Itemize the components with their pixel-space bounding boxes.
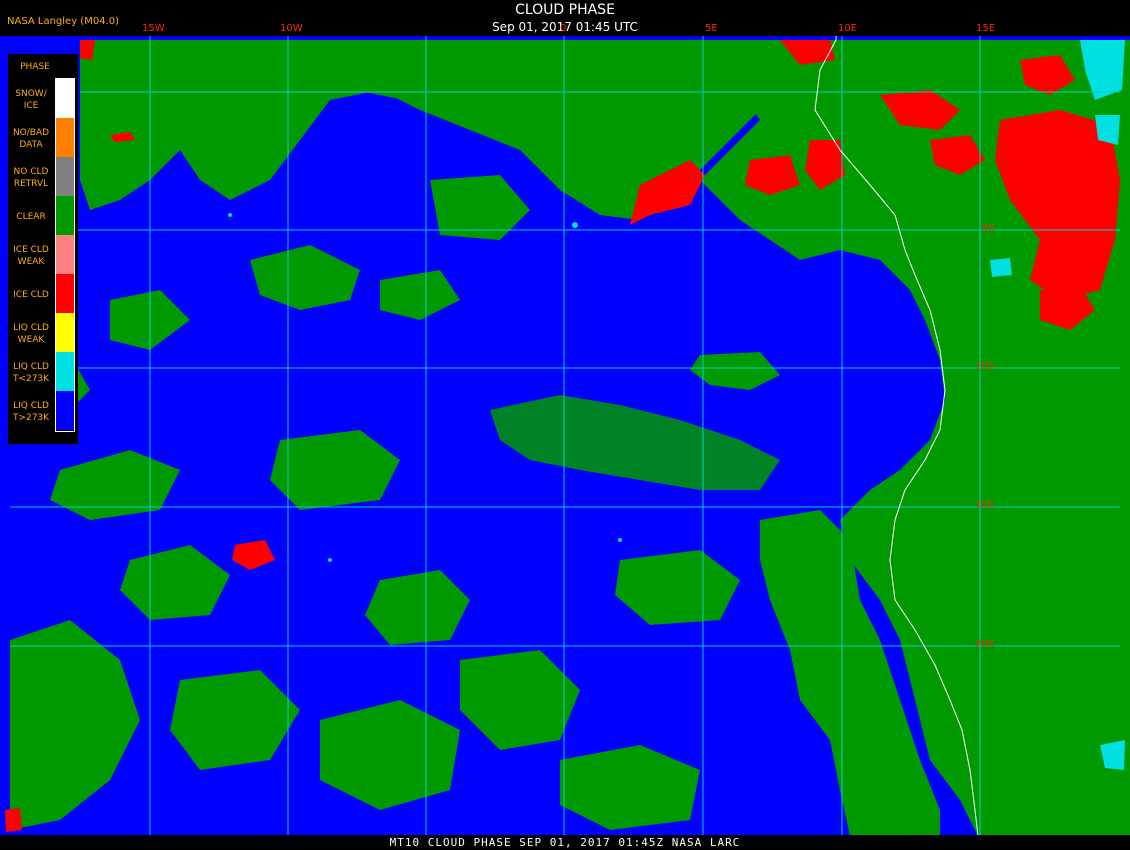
legend-label-liquid-cloud-weak: LIQ CLD WEAK (13, 323, 49, 345)
legend-swatch-ice-cloud (56, 274, 74, 313)
page-title: CLOUD PHASE (515, 2, 615, 18)
lat-label-10s: 10S (975, 361, 995, 372)
lon-label-5e: 5E (705, 23, 718, 34)
lon-label-10e: 10E (838, 23, 858, 34)
legend-label-liquid-cloud-cold: LIQ CLD T<273K (12, 362, 50, 384)
lon-label-15e: 15E (976, 23, 996, 34)
footer-bar: MT10 CLOUD PHASE SEP 01, 2017 01:45Z NAS… (0, 835, 1130, 850)
legend-label-ice-cloud-weak: ICE CLD WEAK (13, 245, 49, 267)
legend-swatch-snow-ice (56, 79, 74, 118)
legend-label-no-bad-data: NO/BAD DATA (12, 128, 50, 150)
satellite-map (0, 9, 1130, 840)
legend-label-clear: CLEAR (16, 212, 46, 222)
legend-swatch-liquid-cloud-weak (56, 313, 74, 352)
lat-label-20s: 20S (975, 639, 995, 650)
lat-label-5s: 5S (982, 223, 995, 234)
legend-swatch-ice-cloud-weak (56, 235, 74, 274)
legend-label-no-cloud-retrieval: NO CLD RETRVL (13, 167, 49, 189)
legend-swatch-liquid-cloud-warm (56, 391, 74, 430)
legend-swatch-no-bad-data (56, 118, 74, 157)
lat-label-15s: 15S (975, 500, 995, 511)
legend-swatch-clear (56, 196, 74, 235)
legend-label-liquid-cloud-warm: LIQ CLD T>273K (12, 401, 50, 423)
phase-legend: PHASE SNOW/ICE NO/BAD DATA NO CLD RETRVL C… (8, 54, 78, 444)
lon-label-10w: 10W (280, 23, 303, 34)
lon-label-15w: 15W (142, 23, 165, 34)
lon-label-0: 0 (560, 23, 567, 34)
legend-swatch-no-cloud-retrieval (56, 157, 74, 196)
footer-caption: MT10 CLOUD PHASE SEP 01, 2017 01:45Z NAS… (389, 836, 741, 849)
data-provider: NASA Langley (M04.0) (7, 16, 119, 27)
legend-title: PHASE (20, 62, 50, 72)
legend-swatch-liquid-cloud-cold (56, 352, 74, 391)
legend-label-ice-cloud: ICE CLD (13, 290, 49, 300)
legend-label-snow-ice: SNOW/ICE (15, 89, 47, 111)
